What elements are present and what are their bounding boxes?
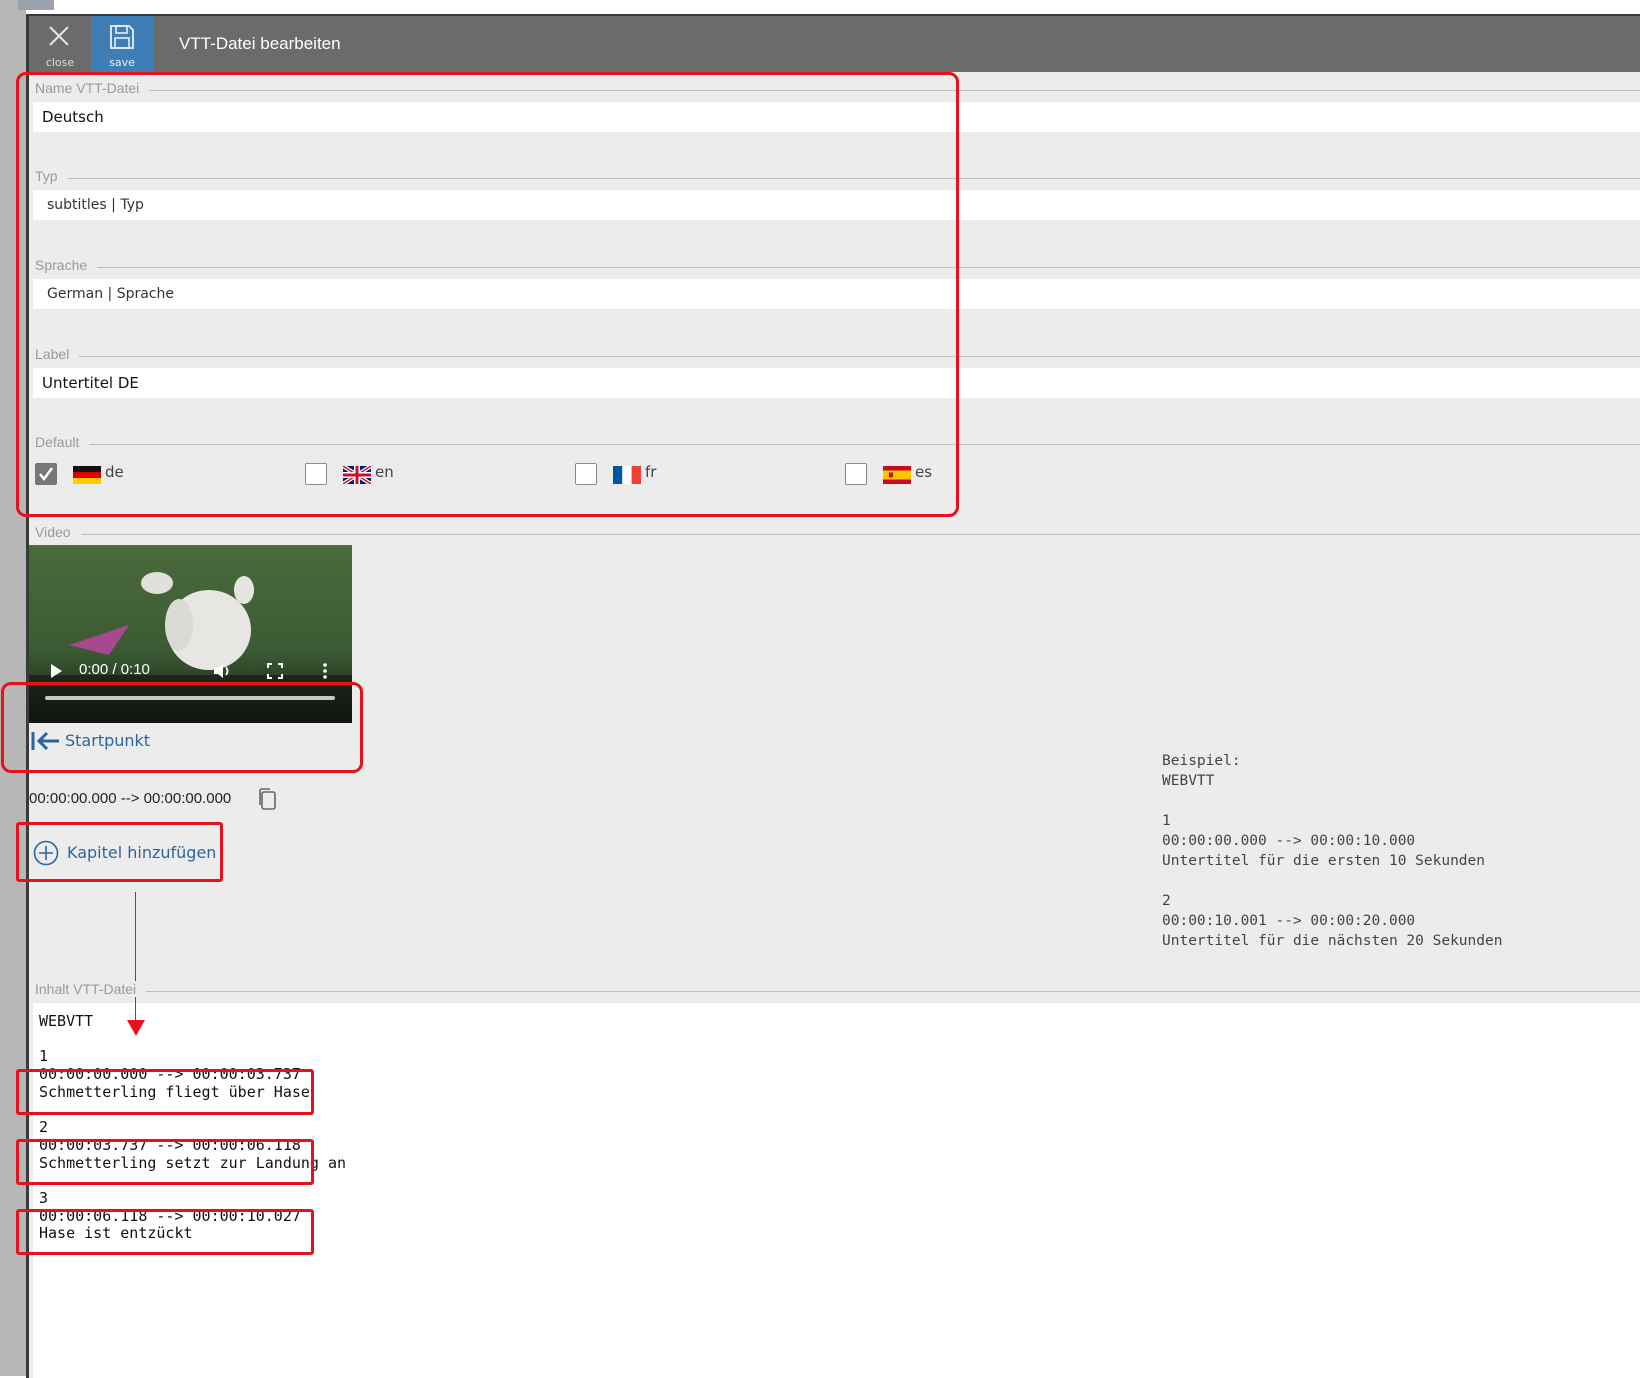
vtt-content-legend: Inhalt VTT-Datei [35, 981, 1640, 1001]
cue-timing: 00:00:06.118 --> 00:00:10.027 [39, 1206, 301, 1225]
timecode-range: 00:00:00.000 --> 00:00:00.000 [29, 790, 232, 807]
label-input[interactable]: Untertitel DE [33, 368, 1640, 398]
sprache-separator: | [107, 286, 117, 302]
close-icon [49, 26, 69, 46]
dialog-title: VTT-Datei bearbeiten [179, 34, 341, 53]
volume-icon[interactable] [213, 662, 233, 680]
save-button[interactable]: save [91, 16, 153, 72]
typ-select[interactable]: subtitles | Typ [33, 190, 1640, 220]
name-input[interactable]: Deutsch [33, 102, 1640, 132]
checkmark-icon [39, 467, 53, 481]
cue-text: Schmetterling fliegt über Hase [39, 1082, 310, 1101]
default-label-fr: fr [645, 463, 657, 481]
dialog-toolbar: close save VTT-Datei bearbeiten [29, 16, 1640, 72]
cue-timing: 00:00:03.737 --> 00:00:06.118 [39, 1135, 301, 1154]
video-legend: Video [35, 524, 1640, 544]
cue-index: 3 [39, 1188, 49, 1207]
default-language-checkboxes: de en fr es [35, 461, 955, 491]
cue-index: 2 [39, 1118, 49, 1137]
vtt-example-text: Beispiel: WEBVTT 1 00:00:00.000 --> 00:0… [1162, 753, 1503, 949]
background-page-strip [0, 0, 54, 1376]
checkbox-fr[interactable] [575, 463, 597, 485]
video-time-display: 0:00 / 0:10 [79, 661, 150, 678]
flag-uk-icon [343, 466, 371, 484]
background-tab [18, 0, 54, 10]
annotation-arrow-head [127, 1020, 145, 1036]
flag-france-icon [613, 466, 641, 484]
add-chapter-label: Kapitel hinzufügen [67, 843, 217, 862]
cue-text: Schmetterling setzt zur Landung an [39, 1153, 347, 1172]
typ-suffix: Typ [120, 197, 144, 213]
typ-separator: | [111, 197, 121, 213]
vtt-header-line: WEBVTT [39, 1012, 94, 1030]
default-label-en: en [375, 463, 394, 481]
plus-circle-icon [33, 840, 59, 866]
checkbox-en[interactable] [305, 463, 327, 485]
sprache-legend: Sprache [35, 257, 1640, 277]
save-label: save [109, 56, 135, 69]
floppy-disk-icon [110, 25, 134, 49]
name-legend: Name VTT-Datei [35, 80, 1640, 100]
video-progress-bar[interactable] [45, 696, 335, 700]
label-legend: Label [35, 346, 1640, 366]
sprache-value: German [47, 286, 104, 302]
typ-value: subtitles [47, 197, 107, 213]
startpunkt-label: Startpunkt [65, 731, 151, 750]
cue-timing: 00:00:00.000 --> 00:00:03.737 [39, 1065, 301, 1084]
sprache-select[interactable]: German | Sprache [33, 279, 1640, 309]
vtt-content-textarea[interactable]: WEBVTT 1 00:00:00.000 --> 00:00:03.737 S… [33, 1003, 1640, 1378]
vtt-blank-line [39, 1172, 1640, 1190]
checkbox-de[interactable] [35, 463, 57, 485]
play-icon[interactable] [49, 663, 63, 679]
sprache-suffix: Sprache [116, 286, 174, 302]
copy-icon[interactable] [257, 787, 277, 811]
cue-text: Hase ist entzückt [39, 1224, 193, 1243]
flag-spain-icon [883, 466, 911, 484]
video-player[interactable]: 0:00 / 0:10 [29, 545, 352, 723]
vtt-blank-line [39, 1031, 1640, 1049]
close-label: close [45, 56, 75, 69]
fullscreen-icon[interactable] [267, 663, 283, 679]
more-options-icon[interactable] [322, 663, 328, 679]
vtt-blank-line [39, 1102, 1640, 1120]
vtt-edit-dialog: close save VTT-Datei bearbeiten Name VTT… [26, 14, 1640, 1378]
arrow-left-to-bar-icon [31, 731, 59, 751]
flag-germany-icon [73, 466, 101, 484]
close-button[interactable]: close [29, 16, 91, 72]
typ-legend: Typ [35, 168, 1640, 188]
default-label-es: es [915, 463, 933, 481]
cue-index: 1 [39, 1047, 49, 1066]
checkbox-es[interactable] [845, 463, 867, 485]
annotation-arrow-line [135, 892, 136, 1022]
default-label-de: de [105, 463, 124, 481]
default-legend: Default [35, 434, 1640, 454]
